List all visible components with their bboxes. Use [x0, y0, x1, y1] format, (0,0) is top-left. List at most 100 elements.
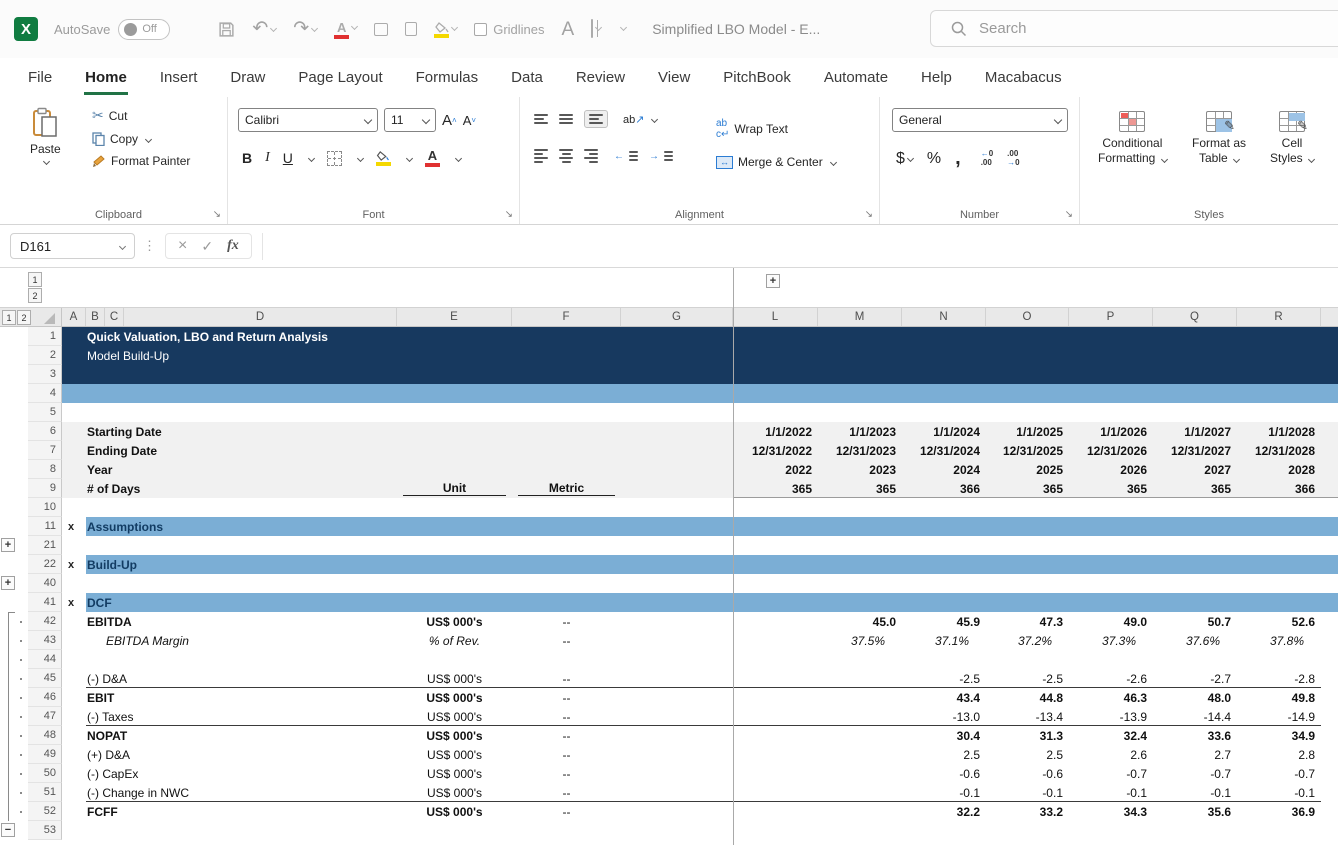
- cell-value[interactable]: 44.8: [986, 688, 1069, 707]
- wrap-text-button[interactable]: abc↵Wrap Text: [716, 118, 788, 140]
- cell-unit[interactable]: % of Rev.: [397, 631, 512, 650]
- cell-value[interactable]: 12/31/2023: [818, 441, 902, 460]
- cell-value[interactable]: 35.6: [1153, 802, 1237, 821]
- outline-collapse-button[interactable]: −: [1, 823, 15, 837]
- number-format-select[interactable]: General: [892, 108, 1068, 132]
- cell-value[interactable]: -0.1: [1237, 783, 1321, 802]
- cell-value[interactable]: 2022: [733, 460, 818, 479]
- cut-button[interactable]: ✂Cut: [92, 107, 190, 124]
- cell-value[interactable]: 37.3%: [1069, 631, 1153, 650]
- cell-value[interactable]: 2027: [1153, 460, 1237, 479]
- cell-value[interactable]: 365: [818, 479, 902, 498]
- row-number-51[interactable]: 51: [28, 783, 62, 802]
- metric-column-header[interactable]: Metric: [518, 480, 615, 496]
- decrease-decimal-icon[interactable]: .00→0: [1007, 150, 1019, 168]
- decrease-indent-icon[interactable]: ←: [614, 151, 638, 162]
- cell-value[interactable]: 1/1/2024: [902, 422, 986, 441]
- cell-label[interactable]: EBIT: [87, 688, 114, 707]
- decrease-font-icon[interactable]: A˅: [463, 113, 476, 128]
- tab-formulas[interactable]: Formulas: [415, 60, 480, 95]
- cell-label[interactable]: DCF: [87, 593, 112, 612]
- tab-file[interactable]: File: [27, 60, 53, 95]
- column-header-M[interactable]: M: [818, 308, 902, 326]
- outline-expand-button[interactable]: +: [1, 576, 15, 590]
- row-outline-level-2-button[interactable]: 2: [17, 310, 31, 325]
- cell-label[interactable]: Year: [87, 460, 112, 479]
- row-number-41[interactable]: 41: [28, 593, 62, 612]
- cell-value[interactable]: 36.9: [1237, 802, 1321, 821]
- tab-home[interactable]: Home: [84, 60, 128, 95]
- row-number-4[interactable]: 4: [28, 384, 62, 403]
- font-name-select[interactable]: Calibri: [238, 108, 378, 132]
- row-number-42[interactable]: 42: [28, 612, 62, 631]
- column-header-E[interactable]: E: [397, 308, 512, 326]
- increase-font-icon[interactable]: A˄: [442, 112, 457, 129]
- italic-button[interactable]: I: [265, 150, 270, 166]
- paste-button[interactable]: Paste: [30, 107, 61, 164]
- cell-label[interactable]: (+) D&A: [87, 745, 130, 764]
- align-right-icon[interactable]: [584, 149, 598, 163]
- tab-help[interactable]: Help: [920, 60, 953, 95]
- orientation-icon[interactable]: ab↗: [623, 113, 657, 126]
- cell-value[interactable]: 32.2: [902, 802, 986, 821]
- cell-unit[interactable]: US$ 000's: [397, 669, 512, 688]
- column-header-F[interactable]: F: [512, 308, 621, 326]
- column-header-N[interactable]: N: [902, 308, 986, 326]
- undo-icon[interactable]: ↶: [252, 19, 268, 38]
- cell-value[interactable]: -13.0: [902, 707, 986, 726]
- cell-value[interactable]: -2.5: [986, 669, 1069, 688]
- section-band[interactable]: [86, 555, 1338, 574]
- tab-page-layout[interactable]: Page Layout: [297, 60, 383, 95]
- conditional-formatting-button[interactable]: Conditional Formatting: [1098, 111, 1167, 166]
- row-number-2[interactable]: 2: [28, 346, 62, 365]
- cell-value[interactable]: 2.6: [1069, 745, 1153, 764]
- cell-metric[interactable]: --: [512, 688, 621, 707]
- cell-metric[interactable]: --: [512, 802, 621, 821]
- cell-label[interactable]: (-) CapEx: [87, 764, 138, 783]
- name-box-dropdown-icon[interactable]: [119, 242, 126, 249]
- tab-automate[interactable]: Automate: [823, 60, 889, 95]
- column-header-A[interactable]: A: [62, 308, 86, 326]
- row-number-9[interactable]: 9: [28, 479, 62, 498]
- cell-value[interactable]: 49.8: [1237, 688, 1321, 707]
- cell-value[interactable]: 47.3: [986, 612, 1069, 631]
- cell-label[interactable]: (-) Change in NWC: [87, 783, 189, 802]
- name-box-input[interactable]: [20, 239, 100, 254]
- cell-label[interactable]: Build-Up: [87, 555, 137, 574]
- cell-metric[interactable]: --: [512, 612, 621, 631]
- align-left-icon[interactable]: [534, 149, 548, 163]
- cell-value[interactable]: 37.5%: [818, 631, 902, 650]
- cell-value[interactable]: 43.4: [902, 688, 986, 707]
- cell-metric[interactable]: --: [512, 764, 621, 783]
- cell-label[interactable]: EBITDA: [87, 612, 132, 631]
- font-color-button[interactable]: A: [425, 149, 440, 167]
- cell-unit[interactable]: US$ 000's: [397, 764, 512, 783]
- cell-value[interactable]: 37.1%: [902, 631, 986, 650]
- currency-format-button[interactable]: $: [896, 150, 913, 168]
- row-height-icon[interactable]: [405, 22, 417, 36]
- tab-insert[interactable]: Insert: [159, 60, 199, 95]
- autosave-toggle[interactable]: Off: [118, 19, 170, 40]
- cell-value[interactable]: 366: [902, 479, 986, 498]
- group-toggle-marker[interactable]: x: [68, 517, 74, 536]
- cell-value[interactable]: -0.1: [1153, 783, 1237, 802]
- cell-label[interactable]: (-) Taxes: [87, 707, 133, 726]
- cell-metric[interactable]: --: [512, 669, 621, 688]
- column-header-D[interactable]: D: [124, 308, 397, 326]
- cell-value[interactable]: 2025: [986, 460, 1069, 479]
- row-number-7[interactable]: 7: [28, 441, 62, 460]
- tab-view[interactable]: View: [657, 60, 691, 95]
- enter-button[interactable]: ✓: [201, 238, 213, 255]
- tab-macabacus[interactable]: Macabacus: [984, 60, 1063, 95]
- row-outline-level-1-button[interactable]: 1: [2, 310, 16, 325]
- cell-value[interactable]: 34.9: [1237, 726, 1321, 745]
- column-header-O[interactable]: O: [986, 308, 1069, 326]
- redo-dropdown-icon[interactable]: [311, 25, 318, 32]
- section-band[interactable]: [86, 593, 1338, 612]
- row-number-47[interactable]: 47: [28, 707, 62, 726]
- font-color-dropdown-icon2[interactable]: [455, 154, 462, 161]
- cell-value[interactable]: 2.8: [1237, 745, 1321, 764]
- cell-value[interactable]: 12/31/2027: [1153, 441, 1237, 460]
- row-number-43[interactable]: 43: [28, 631, 62, 650]
- cell-label[interactable]: Model Build-Up: [87, 346, 169, 365]
